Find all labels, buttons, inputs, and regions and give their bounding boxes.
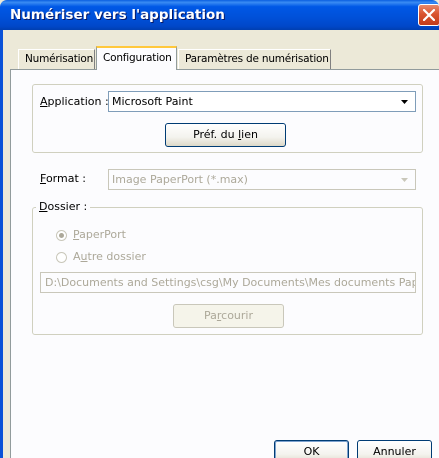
application-select-value: Microsoft Paint [112, 95, 193, 108]
radio-paperport-dot [59, 233, 64, 238]
tab-numerisation-label: Numérisation [25, 53, 94, 65]
cancel-button[interactable]: Annuler [357, 440, 432, 458]
tab-parametres-label: Paramètres de numérisation [185, 53, 329, 65]
window-frame-left [0, 30, 3, 458]
close-button[interactable] [418, 4, 439, 26]
application-label: Application : [40, 95, 109, 108]
format-select[interactable]: Image PaperPort (*.max) [108, 169, 416, 190]
radio-paperport[interactable] [56, 230, 67, 241]
folder-group-label: Dossier : [36, 200, 91, 213]
chevron-down-icon[interactable] [397, 93, 414, 110]
tab-parametres-numerisation[interactable]: Paramètres de numérisation [178, 49, 331, 69]
radio-other-folder[interactable] [56, 252, 67, 263]
radio-other-folder-label[interactable]: Autre dossier [73, 250, 146, 263]
folder-path-value: D:\Documents and Settings\csg\My Documen… [45, 276, 416, 289]
radio-paperport-label[interactable]: PaperPort [73, 228, 126, 241]
close-icon [423, 9, 435, 21]
tab-numerisation[interactable]: Numérisation [18, 49, 95, 69]
format-label: Format : [40, 172, 86, 185]
chevron-down-icon[interactable] [397, 171, 414, 188]
dialog-window: Numériser vers l'application Numérisatio… [0, 0, 439, 458]
title-bar[interactable]: Numériser vers l'application [0, 0, 439, 30]
tab-configuration[interactable]: Configuration [96, 46, 177, 70]
browse-button[interactable]: Parcourir [173, 304, 284, 328]
tab-configuration-label: Configuration [103, 52, 172, 64]
ok-button[interactable]: OK [274, 440, 349, 458]
window-title: Numériser vers l'application [10, 7, 225, 23]
link-preferences-button[interactable]: Préf. du lien [165, 123, 286, 147]
format-select-value: Image PaperPort (*.max) [112, 173, 248, 186]
folder-path-field[interactable]: D:\Documents and Settings\csg\My Documen… [40, 272, 416, 293]
application-select[interactable]: Microsoft Paint [108, 91, 416, 112]
